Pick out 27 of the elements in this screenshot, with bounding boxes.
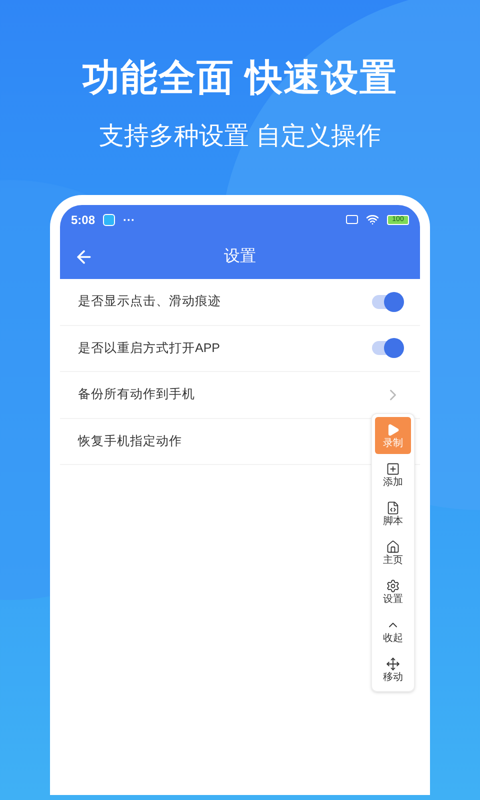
- subheadline: 支持多种设置 自定义操作: [99, 120, 381, 152]
- settings-row[interactable]: 是否以重启方式打开APP: [60, 326, 420, 372]
- toolbar-button[interactable]: 设置: [375, 573, 411, 610]
- code-file-icon: [386, 500, 400, 514]
- plus-square-icon: [386, 462, 400, 476]
- page-title: 设置: [224, 246, 256, 266]
- sim-icon: [346, 215, 358, 224]
- toggle-switch[interactable]: [372, 294, 402, 309]
- toolbar-button[interactable]: 收起: [375, 612, 411, 649]
- move-icon: [386, 656, 400, 670]
- settings-icon: [386, 578, 400, 592]
- toolbar-button[interactable]: 主页: [375, 534, 411, 571]
- toggle-switch[interactable]: [372, 341, 402, 356]
- wifi-icon: [366, 213, 379, 226]
- play-icon: [386, 422, 400, 436]
- status-time: 5:08: [71, 212, 96, 228]
- setting-label: 是否以重启方式打开APP: [78, 340, 220, 357]
- toolbar-button[interactable]: 脚本: [375, 495, 411, 532]
- more-dots: ···: [123, 214, 136, 226]
- app-icon: [103, 214, 116, 226]
- headline: 功能全面 快速设置: [82, 56, 398, 100]
- setting-label: 恢复手机指定动作: [78, 432, 182, 450]
- home-icon: [386, 540, 400, 554]
- setting-label: 备份所有动作到手机: [78, 386, 195, 404]
- settings-row[interactable]: 是否显示点击、滑动痕迹: [60, 279, 420, 326]
- toolbar-button[interactable]: 移动: [375, 651, 411, 688]
- setting-label: 是否显示点击、滑动痕迹: [78, 293, 221, 310]
